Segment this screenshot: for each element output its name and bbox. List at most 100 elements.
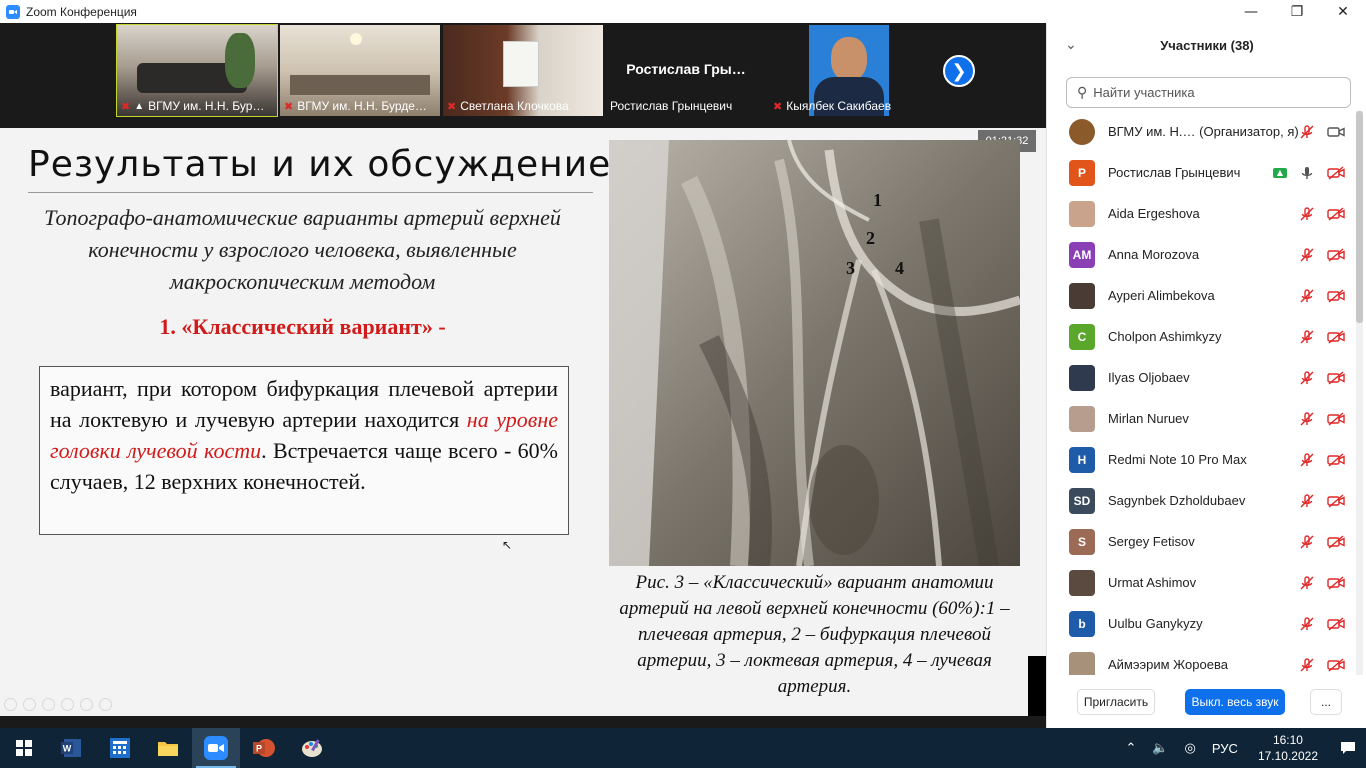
participant-name: Anna Morozova <box>1108 247 1200 262</box>
participant-row[interactable]: S Sergey Fetisov <box>1047 521 1357 562</box>
mic-muted-icon[interactable] <box>1299 616 1315 632</box>
mic-icon[interactable] <box>1299 165 1315 181</box>
mic-muted-icon[interactable] <box>1299 534 1315 550</box>
more-options-button[interactable]: ... <box>1310 689 1342 715</box>
video-tile[interactable]: ✖ Кыялбек Сакибаев <box>769 25 929 116</box>
mic-muted-icon[interactable] <box>1299 247 1315 263</box>
camera-off-icon[interactable] <box>1327 370 1345 386</box>
video-tile[interactable]: ✖ Светлана Клочкова <box>443 25 603 116</box>
video-tile[interactable]: ✖ ▲ ВГМУ им. Н.Н. Бур… <box>116 24 278 117</box>
camera-icon[interactable] <box>1327 124 1345 140</box>
zoom-taskbar-icon[interactable] <box>192 728 240 768</box>
participant-name: Sagynbek Dzholdubaev <box>1108 493 1246 508</box>
chevron-up-icon[interactable]: ⌃ <box>1125 740 1136 756</box>
anatomy-photo: 1 2 3 4 <box>609 140 1020 566</box>
video-tile[interactable]: Ростислав Гры… Ростислав Грынцевич <box>606 25 766 116</box>
restore-button[interactable]: ❐ <box>1274 0 1320 23</box>
slides-icon[interactable] <box>61 698 74 711</box>
mic-muted-icon[interactable] <box>1299 370 1315 386</box>
photo-label: 3 <box>846 258 855 278</box>
language-indicator[interactable]: РУС <box>1212 741 1238 756</box>
clock[interactable]: 16:10 17.10.2022 <box>1258 732 1318 764</box>
participant-row[interactable]: Urmat Ashimov <box>1047 562 1357 603</box>
chevron-down-icon[interactable]: ⌄ <box>1065 37 1077 53</box>
slide-tools[interactable] <box>4 698 112 711</box>
avatar <box>1069 651 1095 675</box>
camera-off-icon[interactable] <box>1327 452 1345 468</box>
video-tile[interactable]: ✖ ВГМУ им. Н.Н. Бурде… <box>280 25 440 116</box>
camera-off-icon[interactable] <box>1327 534 1345 550</box>
participant-search[interactable]: ⚲ <box>1066 77 1351 108</box>
participant-row[interactable]: C Cholpon Ashimkyzy <box>1047 316 1357 357</box>
scrollbar-thumb[interactable] <box>1356 111 1363 323</box>
windows-start-icon[interactable] <box>0 728 48 768</box>
participant-list: ВГМУ им. Н.… (Организатор, я) Р Ростислав … <box>1047 111 1357 675</box>
mic-muted-icon[interactable] <box>1299 411 1315 427</box>
pen-icon[interactable] <box>42 698 55 711</box>
invite-button[interactable]: Пригласить <box>1077 689 1155 715</box>
zoom-app-icon <box>6 4 20 19</box>
mic-muted-icon[interactable] <box>1299 206 1315 222</box>
word-icon[interactable]: W <box>48 728 96 768</box>
share-bottom-bar <box>0 716 1046 728</box>
zoom-icon[interactable] <box>80 698 93 711</box>
mic-muted-icon[interactable] <box>1299 124 1315 140</box>
camera-off-icon[interactable] <box>1327 493 1345 509</box>
forward-icon[interactable] <box>23 698 36 711</box>
more-icon[interactable] <box>99 698 112 711</box>
search-icon: ⚲ <box>1077 84 1088 101</box>
powerpoint-icon[interactable]: P <box>240 728 288 768</box>
camera-off-icon[interactable] <box>1327 575 1345 591</box>
participant-row[interactable]: Ilyas Oljobaev <box>1047 357 1357 398</box>
participant-name: Mirlan Nuruev <box>1108 411 1189 426</box>
camera-off-icon[interactable] <box>1327 247 1345 263</box>
camera-off-icon[interactable] <box>1327 329 1345 345</box>
participant-name: Cholpon Ashimkyzy <box>1108 329 1222 344</box>
speaker-muted-icon[interactable]: 🔈 <box>1152 740 1168 756</box>
paint-icon[interactable] <box>288 728 336 768</box>
participant-row[interactable]: Mirlan Nuruev <box>1047 398 1357 439</box>
mic-muted-icon[interactable] <box>1299 452 1315 468</box>
participant-name: ВГМУ им. Н.… (Организатор, я) <box>1108 124 1299 139</box>
panel-footer: Пригласить Выкл. весь звук ... <box>1047 686 1366 718</box>
camera-off-icon[interactable] <box>1327 206 1345 222</box>
notification-icon[interactable] <box>1330 728 1366 768</box>
participant-row[interactable]: Aida Ergeshova <box>1047 193 1357 234</box>
participant-scrollbar[interactable] <box>1356 111 1363 675</box>
participant-row[interactable]: SD Sagynbek Dzholdubaev <box>1047 480 1357 521</box>
camera-off-icon[interactable] <box>1327 288 1345 304</box>
participant-row[interactable]: Аймээрим Жороева <box>1047 644 1357 675</box>
participant-row[interactable]: b Uulbu Ganykyzy <box>1047 603 1357 644</box>
panel-title: Участники (38) <box>1160 37 1254 53</box>
search-input[interactable] <box>1093 85 1334 100</box>
participant-row[interactable]: Р Ростислав Грынцевич ▲ <box>1047 152 1357 193</box>
participant-name: Uulbu Ganykyzy <box>1108 616 1203 631</box>
camera-off-icon[interactable] <box>1327 657 1345 673</box>
network-icon[interactable]: ◎ <box>1185 740 1196 756</box>
calculator-app-icon[interactable] <box>96 728 144 768</box>
back-icon[interactable] <box>4 698 17 711</box>
mic-muted-icon[interactable] <box>1299 329 1315 345</box>
file-explorer-icon[interactable] <box>144 728 192 768</box>
participant-row[interactable]: H Redmi Note 10 Pro Max <box>1047 439 1357 480</box>
camera-off-icon[interactable] <box>1327 616 1345 632</box>
muted-mic-icon: ✖ <box>447 100 457 113</box>
participant-row[interactable]: AM Anna Morozova <box>1047 234 1357 275</box>
mouse-cursor-icon: ↖ <box>502 538 513 552</box>
mute-all-button[interactable]: Выкл. весь звук <box>1185 689 1285 715</box>
camera-off-icon[interactable] <box>1327 411 1345 427</box>
mic-muted-icon[interactable] <box>1299 288 1315 304</box>
mic-muted-icon[interactable] <box>1299 493 1315 509</box>
camera-off-icon[interactable] <box>1327 165 1345 181</box>
mic-muted-icon[interactable] <box>1299 575 1315 591</box>
next-page-button[interactable]: ❯ <box>943 55 975 87</box>
participant-row[interactable]: ВГМУ им. Н.… (Организатор, я) <box>1047 111 1357 152</box>
mic-muted-icon[interactable] <box>1299 657 1315 673</box>
avatar <box>1069 569 1095 596</box>
close-button[interactable]: ✕ <box>1320 0 1366 23</box>
description-box: вариант, при котором бифуркация плечевой… <box>39 366 569 535</box>
minimize-button[interactable]: — <box>1228 0 1274 23</box>
system-tray: ⌃ 🔈 ◎ РУС 16:10 17.10.2022 <box>1117 728 1366 768</box>
participant-row[interactable]: Ayperi Alimbekova <box>1047 275 1357 316</box>
title-bar: Zoom Конференция — ❐ ✕ <box>0 0 1366 23</box>
